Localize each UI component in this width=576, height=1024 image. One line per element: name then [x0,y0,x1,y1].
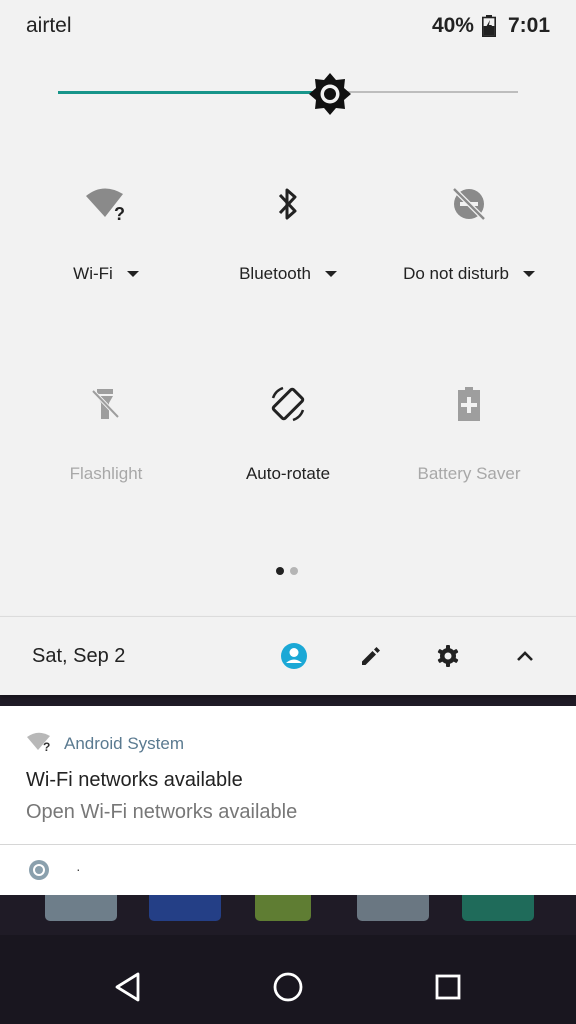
do-not-disturb-off-icon [374,182,564,226]
tile-battery-saver-label: Battery Saver [417,464,521,483]
page-dot-active[interactable] [276,567,284,575]
recents-icon[interactable] [428,967,468,1007]
brightness-track-empty [330,91,518,93]
svg-text:?: ? [114,204,125,224]
dnd-dropdown-icon[interactable] [522,271,535,277]
navigation-bar [0,935,576,1024]
tile-do-not-disturb[interactable]: Do not disturb [374,182,564,284]
page-dot-inactive[interactable] [290,567,298,575]
notification-text: · [76,861,81,877]
home-app-icon-peek [357,895,429,921]
circle-app-icon [28,859,50,881]
flashlight-off-icon [11,382,201,426]
battery-charging-icon [481,15,496,37]
tile-battery-saver[interactable]: Battery Saver [374,382,564,484]
tile-wifi-label: Wi-Fi [11,264,201,284]
svg-text:?: ? [43,740,50,752]
bluetooth-icon [193,182,383,226]
carrier-label: airtel [26,14,72,37]
notification-app-name: Android System [64,733,184,753]
home-app-icon-peek [255,895,311,921]
tile-auto-rotate[interactable]: Auto-rotate [193,382,383,484]
home-app-icon-peek [45,895,117,921]
notification-header: ? Android System [26,730,184,757]
wifi-question-icon: ? [11,182,201,226]
tile-bluetooth-label: Bluetooth [193,264,383,284]
home-app-icon-peek [149,895,221,921]
tile-dnd-label: Do not disturb [374,264,564,284]
auto-rotate-icon [193,382,383,426]
page-indicator [276,567,298,575]
status-right-group: 40% 7:01 [432,14,550,38]
collapse-icon[interactable] [510,641,540,671]
clock: 7:01 [507,14,550,37]
quick-settings-footer: Sat, Sep 2 [0,616,576,695]
tile-flashlight[interactable]: Flashlight [11,382,201,484]
bluetooth-dropdown-icon[interactable] [324,271,337,277]
status-bar: airtel 40% 7:01 [0,0,576,52]
brightness-track-filled [58,91,330,94]
settings-icon[interactable] [433,641,463,671]
wifi-question-icon: ? [26,730,54,757]
wifi-dropdown-icon[interactable] [126,271,139,277]
user-icon[interactable] [279,641,309,671]
brightness-icon[interactable] [308,72,352,116]
date-label: Sat, Sep 2 [32,645,126,667]
tile-bluetooth[interactable]: Bluetooth [193,182,383,284]
tile-wifi[interactable]: ? Wi-Fi [11,182,201,284]
battery-saver-icon [374,382,564,426]
home-app-icon-peek [462,895,534,921]
back-icon[interactable] [108,967,148,1007]
quick-settings-panel: airtel 40% 7:01 ? Wi-Fi Bluetooth Do not… [0,0,576,695]
home-icon[interactable] [268,967,308,1007]
tile-auto-rotate-label: Auto-rotate [245,464,331,483]
notification-title: Wi-Fi networks available [26,769,243,791]
tile-flashlight-label: Flashlight [69,464,143,483]
brightness-slider[interactable] [58,72,518,115]
notification-card[interactable]: ? Android System Wi-Fi networks availabl… [0,706,576,845]
edit-icon[interactable] [356,641,386,671]
notification-text: Open Wi-Fi networks available [26,801,298,823]
battery-percent: 40% [431,14,474,37]
notification-card-collapsed[interactable]: · [0,845,576,895]
